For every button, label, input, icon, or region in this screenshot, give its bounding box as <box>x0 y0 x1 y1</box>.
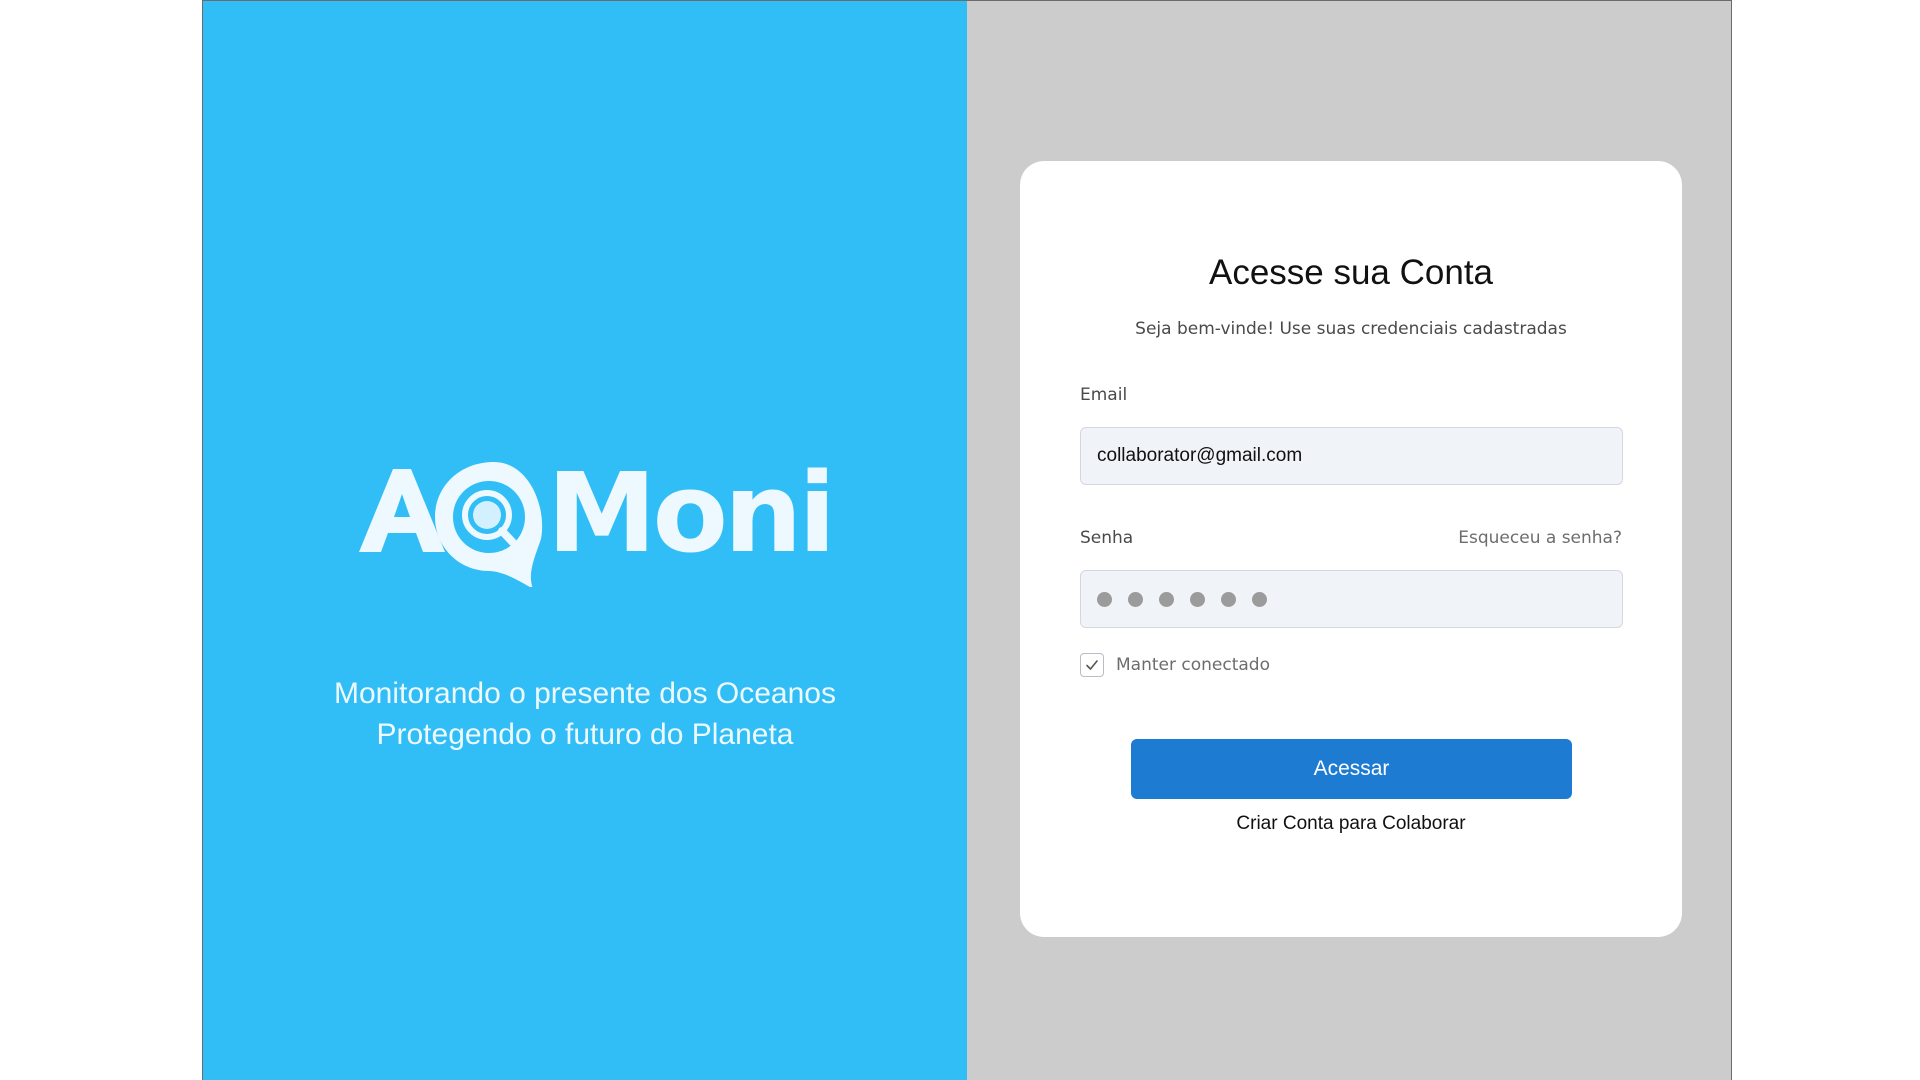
password-field[interactable] <box>1080 570 1623 628</box>
aqmoni-logo: Moni <box>359 449 836 587</box>
password-mask-dot <box>1097 591 1112 607</box>
password-mask-dot <box>1221 591 1236 607</box>
remember-me[interactable]: Manter conectado <box>1080 653 1270 677</box>
login-button[interactable]: Acessar <box>1131 739 1572 799</box>
password-label: Senha <box>1080 528 1134 548</box>
tagline-line-1: Monitorando o presente dos Oceanos <box>334 677 836 710</box>
tagline-line-2: Protegendo o futuro do Planeta <box>376 718 794 751</box>
check-icon <box>1086 660 1098 670</box>
email-label: Email <box>1080 385 1128 405</box>
brand-panel: Moni Monitorando o presente dos Oceanos … <box>203 1 967 1080</box>
page-subtitle: Seja bem-vinde! Use suas credenciais cad… <box>1135 319 1567 339</box>
password-mask-dot <box>1159 591 1174 607</box>
form-panel: Acesse sua Conta Seja bem-vinde! Use sua… <box>967 1 1731 1080</box>
logo-mark <box>359 462 543 587</box>
tagline: Monitorando o presente dos Oceanos Prote… <box>203 673 967 755</box>
create-account-link[interactable]: Criar Conta para Colaborar <box>1020 813 1682 835</box>
app-window: Moni Monitorando o presente dos Oceanos … <box>202 0 1732 1080</box>
forgot-password-link[interactable]: Esqueceu a senha? <box>1458 528 1622 548</box>
logo-wordmark: Moni <box>547 449 832 577</box>
password-mask-dot <box>1128 591 1143 607</box>
remember-checkbox[interactable] <box>1080 653 1104 677</box>
page-title: Acesse sua Conta <box>1208 253 1494 292</box>
remember-label: Manter conectado <box>1116 655 1270 675</box>
password-mask-dot <box>1190 591 1205 607</box>
password-mask-dot <box>1252 591 1267 607</box>
email-field[interactable] <box>1080 427 1623 485</box>
login-card: Acesse sua Conta Seja bem-vinde! Use sua… <box>1020 161 1682 937</box>
